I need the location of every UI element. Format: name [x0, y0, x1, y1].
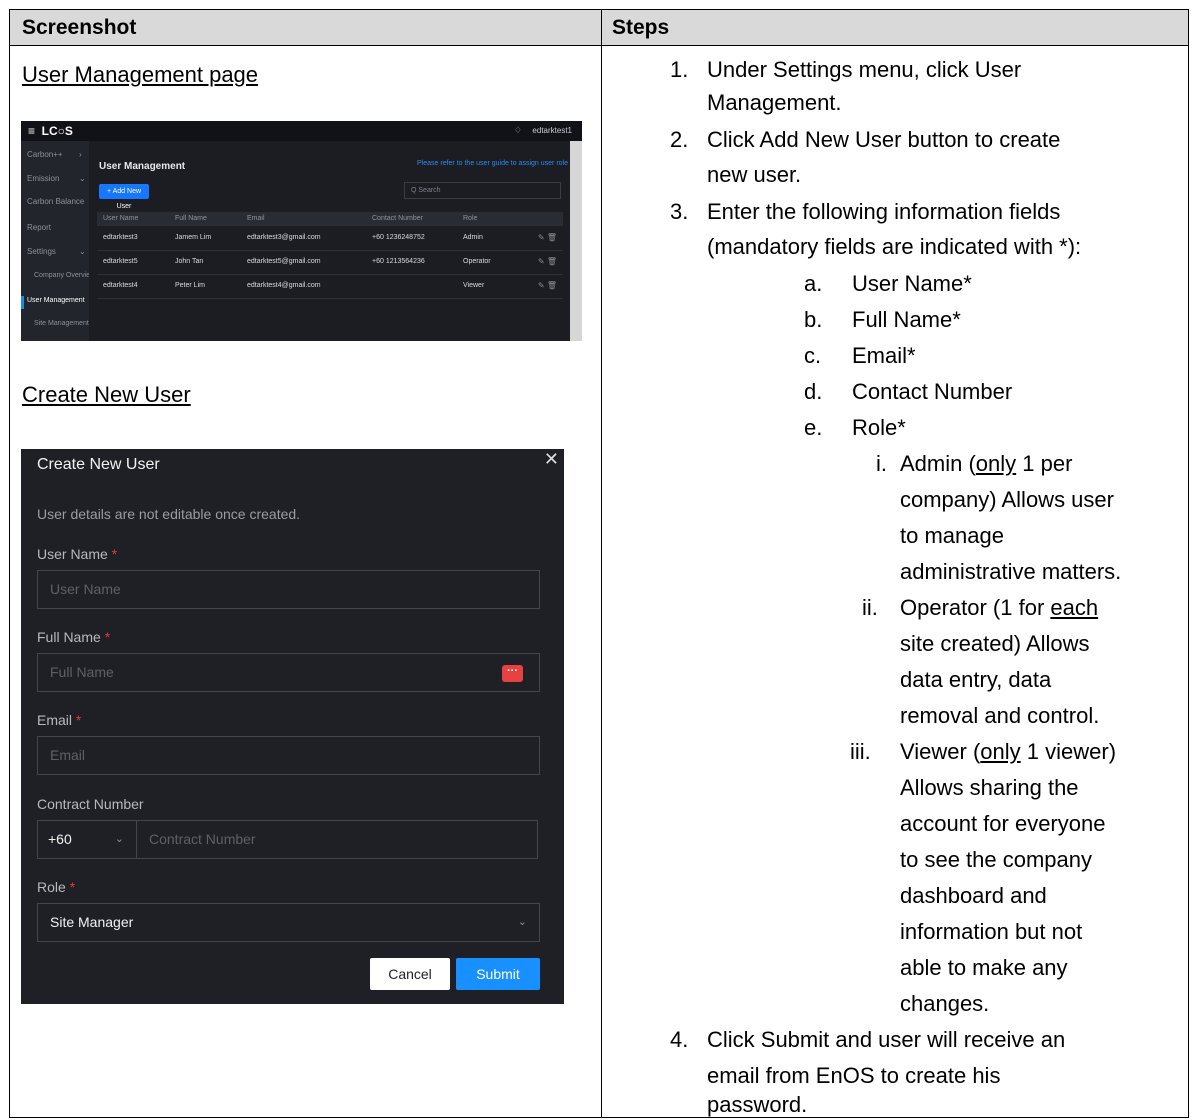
user-management-screenshot: ≡ LC○S ♢ edtarktest1 Carbon++ › Emission… [21, 121, 582, 341]
cell-user-name: edtarktest4 [103, 282, 138, 289]
table-row: edtarktest4 Peter Lim edtarktest4@gmail.… [97, 274, 563, 299]
sidebar-item-carbon-balance: Carbon Balance [27, 197, 85, 206]
sidebar-item-user-management: User Management [27, 297, 85, 304]
column-header: Contact Number [372, 215, 423, 222]
chevron-right-icon: › [79, 150, 82, 159]
contact-number-label: Contract Number [37, 796, 144, 812]
column-header: Role [463, 215, 478, 222]
app-logo: ≡ LC○S [28, 124, 73, 138]
sidebar-item-carbon: Carbon++ [27, 150, 63, 159]
table-row: edtarktest5 John Tan edtarktest5@gmail.c… [97, 250, 563, 275]
column-header: User Name [103, 215, 139, 222]
cell-user-name: edtarktest5 [103, 258, 138, 265]
section-label-user-management: User Management page [22, 62, 259, 87]
cell-user-name: edtarktest3 [103, 234, 138, 241]
app-topbar: ≡ LC○S ♢ edtarktest1 [21, 121, 582, 141]
close-icon[interactable]: ✕ [544, 449, 559, 470]
user-name-input[interactable]: User Name [37, 570, 540, 609]
main-panel: User Management Please refer to the user… [89, 141, 570, 341]
modal-note: User details are not editable once creat… [37, 506, 301, 522]
contact-number-input[interactable]: Contract Number [137, 820, 538, 859]
bell-icon: ♢ [513, 125, 522, 135]
create-user-modal-screenshot: Create New User ✕ User details are not e… [21, 449, 564, 1004]
section-label-create-new-user: Create New User [22, 382, 191, 407]
cell-contact: +60 1236248752 [372, 234, 425, 241]
page-title: User Management [99, 161, 186, 172]
modal-title: Create New User [37, 456, 160, 473]
sidebar-item-emission: Emission [27, 174, 60, 183]
email-input[interactable]: Email [37, 736, 540, 775]
cell-role: Operator [463, 258, 491, 265]
password-manager-icon[interactable]: ··· [502, 665, 523, 682]
sidebar-item-site-management: Site Management [34, 320, 89, 327]
role-label: Role * [37, 879, 76, 895]
sidebar-item-company-overview: Company Overview [34, 272, 96, 279]
document-page: Screenshot Steps User Management page ≡ … [0, 0, 1194, 1120]
user-menu: edtarktest1 [532, 126, 572, 135]
chevron-down-icon: ⌄ [114, 833, 124, 845]
user-guide-notice: Please refer to the user guide to assign… [417, 160, 568, 167]
table-row: edtarktest3 Jamem Lim edtarktest3@gmail.… [97, 226, 563, 251]
column-divider [601, 10, 602, 1117]
cell-contact: +60 1213564236 [372, 258, 425, 265]
cell-role: Viewer [463, 282, 485, 289]
cell-full-name: Peter Lim [175, 282, 205, 289]
chevron-down-icon: ⌄ [79, 174, 86, 183]
search-input: Q Search [404, 182, 561, 199]
sidebar-item-report: Report [27, 223, 52, 232]
country-code-value: +60 [48, 831, 72, 847]
active-indicator [21, 296, 24, 309]
role-select[interactable]: Site Manager ⌄ [37, 903, 540, 942]
user-name-label: User Name * [37, 546, 118, 562]
full-name-input[interactable]: Full Name ··· [37, 653, 540, 692]
submit-button[interactable]: Submit [456, 958, 540, 990]
edit-delete-icons: ✎ 🗑 [537, 257, 557, 266]
header-screenshot: Screenshot [22, 16, 137, 39]
cancel-button[interactable]: Cancel [370, 958, 450, 990]
sidebar: Carbon++ › Emission ⌄ Carbon Balance Rep… [21, 141, 95, 341]
cell-email: edtarktest5@gmail.com [247, 258, 321, 265]
column-header: Email [247, 215, 265, 222]
add-new-user-button: + Add New User [99, 184, 149, 210]
edit-delete-icons: ✎ 🗑 [537, 233, 557, 242]
email-label: Email * [37, 712, 82, 728]
table-header: User Name Full Name Email Contact Number… [97, 212, 563, 226]
cell-email: edtarktest3@gmail.com [247, 234, 321, 241]
column-header: Full Name [175, 215, 207, 222]
edit-delete-icons: ✎ 🗑 [537, 281, 557, 290]
cell-full-name: Jamem Lim [175, 234, 212, 241]
header-steps: Steps [612, 16, 670, 39]
cell-role: Admin [463, 234, 483, 241]
table-header-row: Screenshot Steps [10, 10, 1188, 46]
full-name-placeholder: Full Name [50, 664, 114, 680]
cell-email: edtarktest4@gmail.com [247, 282, 321, 289]
cell-full-name: John Tan [175, 258, 204, 265]
scrollbar [570, 141, 582, 341]
country-code-select[interactable]: +60 ⌄ [37, 820, 137, 859]
chevron-down-icon: ⌄ [79, 247, 86, 256]
role-value: Site Manager [50, 914, 134, 930]
chevron-down-icon: ⌄ [517, 916, 527, 928]
full-name-label: Full Name * [37, 629, 111, 645]
sidebar-item-settings: Settings [27, 247, 56, 256]
